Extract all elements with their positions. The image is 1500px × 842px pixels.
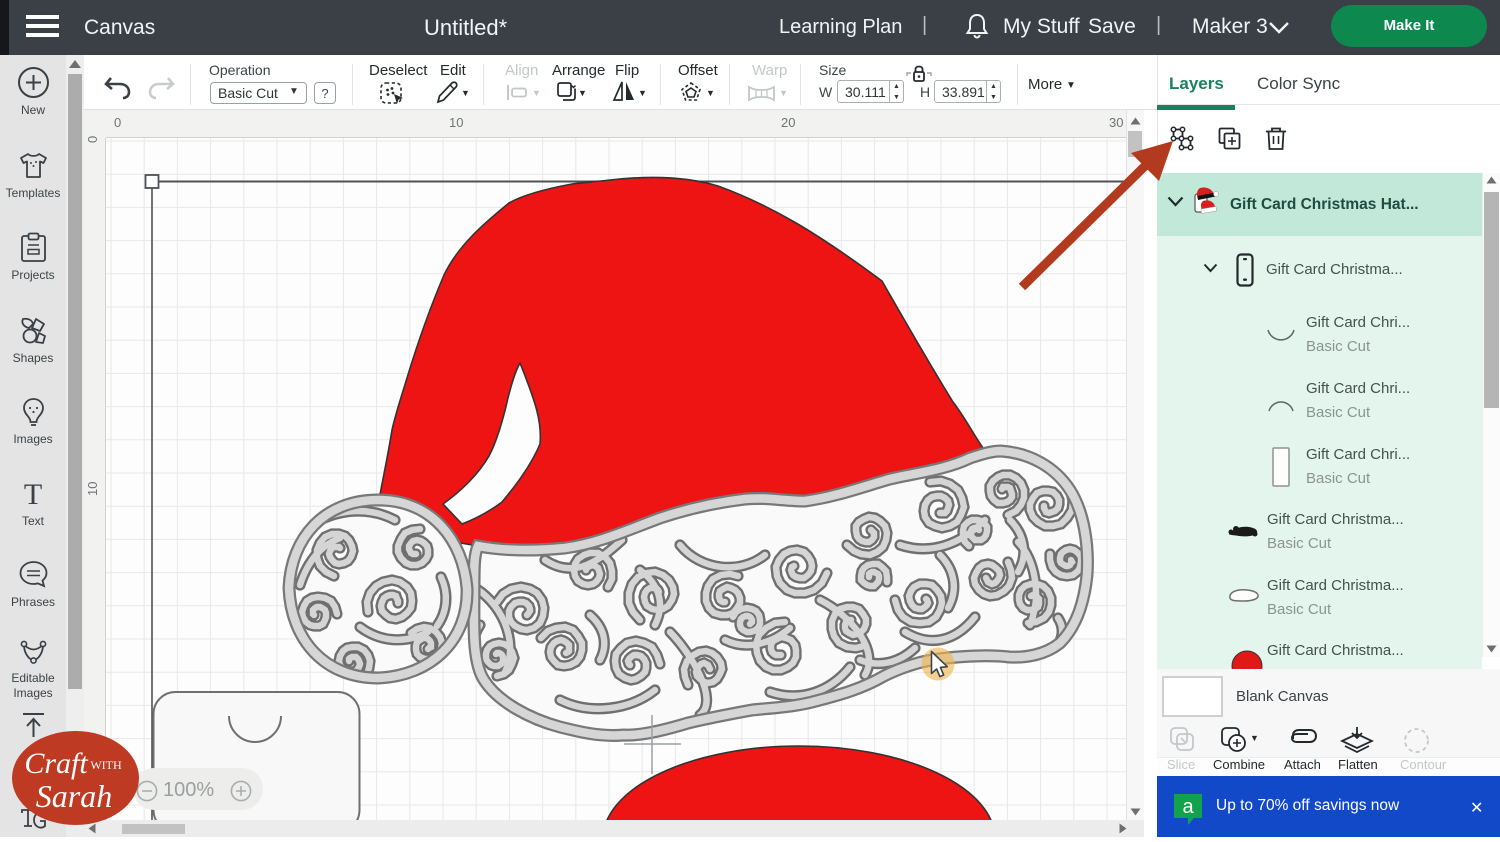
svg-text:WITH: WITH [90,758,122,772]
svg-text:a: a [1182,796,1194,818]
svg-text:Craft: Craft [24,747,88,780]
svg-text:Sarah: Sarah [36,778,112,814]
